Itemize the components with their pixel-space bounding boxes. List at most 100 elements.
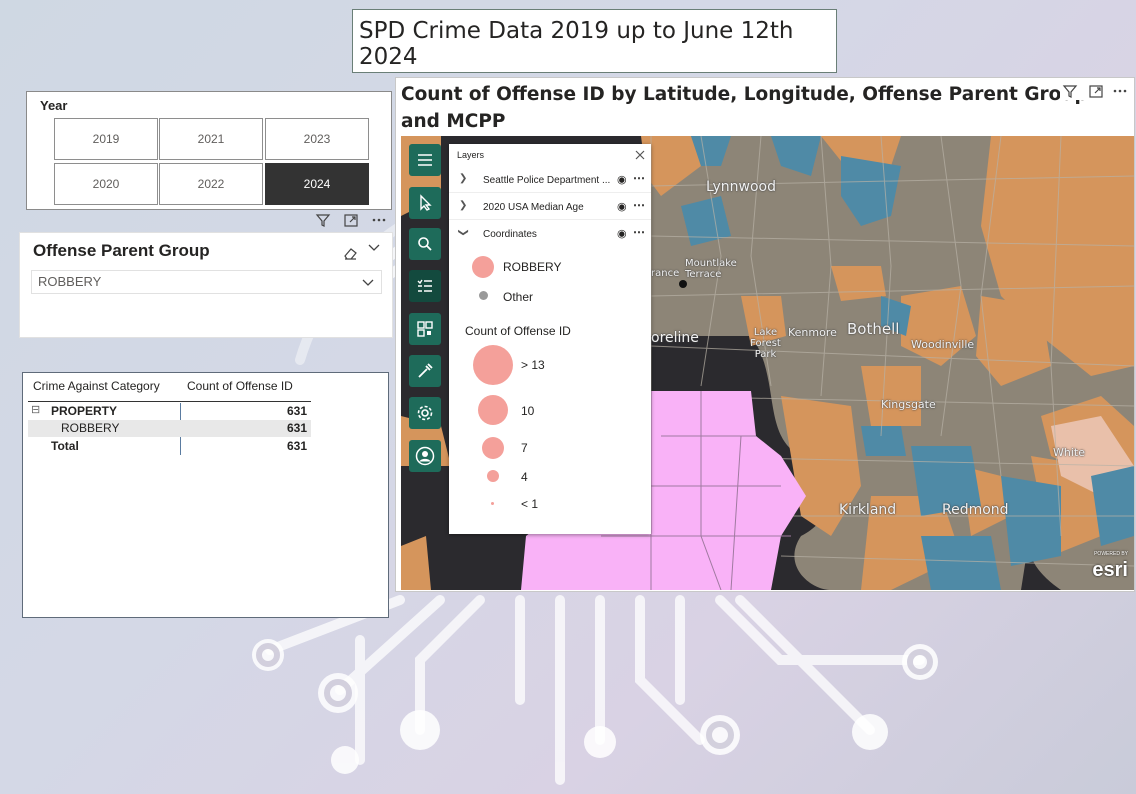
table-row: ⊟ PROPERTY 631 [28, 403, 311, 420]
legend-icon [417, 279, 432, 292]
size-legend-circle [473, 345, 513, 385]
place-label: Kirkland [839, 502, 897, 518]
close-icon[interactable] [634, 149, 646, 161]
size-legend-label: 10 [521, 404, 535, 418]
offense-parent-group-slicer: Offense Parent Group ROBBERY [19, 232, 393, 338]
chevron-down-icon[interactable]: ❯ [458, 228, 469, 236]
more-options-icon[interactable]: ⋯ [633, 171, 645, 185]
more-options-icon[interactable] [1112, 83, 1128, 99]
layers-panel: Layers ❯ Seattle Police Department ... ◉… [449, 144, 651, 534]
year-slicer-label: Year [40, 98, 68, 113]
user-button[interactable] [409, 440, 441, 472]
layer-item[interactable]: ❯ Coordinates ◉ ⋯ [449, 221, 651, 247]
layers-title: Layers [457, 150, 485, 160]
more-options-icon[interactable] [371, 212, 387, 228]
user-icon [415, 446, 435, 466]
select-button[interactable] [409, 187, 441, 219]
filter-icon[interactable] [315, 212, 331, 228]
size-legend-circle [491, 502, 494, 505]
visual-header [315, 210, 395, 230]
row-label: PROPERTY [51, 404, 118, 418]
search-icon [418, 237, 432, 251]
legend-other-swatch [479, 291, 488, 300]
year-button-2020[interactable]: 2020 [54, 163, 158, 205]
offense-dropdown-value: ROBBERY [38, 274, 102, 289]
place-label: Kenmore [788, 326, 837, 339]
size-legend-label: 4 [521, 470, 528, 484]
eye-icon[interactable]: ◉ [617, 227, 627, 240]
year-button-2021[interactable]: 2021 [159, 118, 263, 160]
search-button[interactable] [409, 228, 441, 260]
map-title: Count of Offense ID by Latitude, Longitu… [401, 84, 1088, 132]
eraser-icon[interactable] [342, 245, 358, 261]
place-label: Kingsgate [881, 398, 936, 411]
place-label: Woodinville [911, 338, 975, 351]
year-button-2019[interactable]: 2019 [54, 118, 158, 160]
map-visual: Count of Offense ID by Latitude, Longitu… [395, 77, 1135, 592]
legend-label: Other [503, 290, 534, 304]
place-label: Bothell [847, 320, 900, 338]
more-options-icon[interactable]: ⋯ [633, 225, 645, 239]
settings-button[interactable] [409, 397, 441, 429]
focus-mode-icon[interactable] [343, 212, 359, 228]
eye-icon[interactable]: ◉ [617, 173, 627, 186]
year-button-2023[interactable]: 2023 [265, 118, 369, 160]
layer-name: Seattle Police Department ... [483, 175, 611, 186]
layer-name: 2020 USA Median Age [483, 202, 584, 213]
size-legend-label: 7 [521, 441, 528, 455]
header-divider [28, 401, 311, 402]
legend-label: ROBBERY [503, 260, 562, 274]
place-label: rance [651, 268, 680, 279]
tools-button[interactable] [409, 355, 441, 387]
size-legend-circle [487, 470, 499, 482]
layer-name: Coordinates [483, 229, 537, 240]
row-value: 631 [286, 439, 307, 453]
year-button-2024[interactable]: 2024 [265, 163, 369, 205]
offense-slicer-label: Offense Parent Group [33, 241, 210, 260]
expand-collapse-icon[interactable]: ⊟ [31, 403, 40, 416]
size-legend-circle [478, 395, 508, 425]
chevron-right-icon[interactable]: ❯ [459, 173, 467, 184]
menu-button[interactable] [409, 144, 441, 176]
column-header-category[interactable]: Crime Against Category [33, 379, 160, 393]
place-label: White [1053, 446, 1085, 459]
menu-icon [418, 154, 432, 166]
report-title: SPD Crime Data 2019 up to June 12th 2024 [352, 9, 837, 73]
tools-icon [418, 363, 433, 378]
row-label: Total [51, 439, 79, 453]
size-legend-title: Count of Offense ID [465, 324, 571, 338]
column-header-count[interactable]: Count of Offense ID [187, 379, 293, 393]
qr-button[interactable] [409, 313, 441, 345]
focus-mode-icon[interactable] [1088, 83, 1104, 99]
select-icon [420, 194, 432, 211]
offense-dropdown[interactable]: ROBBERY [31, 270, 382, 294]
eye-icon[interactable]: ◉ [617, 200, 627, 213]
legend-robbery-swatch [472, 256, 494, 278]
map-canvas[interactable]: Lynnwood Mountlake Terrace Kenmore Bothe… [401, 136, 1134, 590]
map-visual-header [1060, 82, 1130, 100]
settings-icon [417, 405, 433, 421]
size-legend-label: > 13 [521, 358, 545, 372]
size-legend-label: < 1 [521, 497, 539, 511]
chevron-right-icon[interactable]: ❯ [459, 200, 467, 211]
row-value: 631 [286, 421, 307, 435]
table-row: ROBBERY 631 [28, 420, 311, 437]
chevron-down-icon [362, 279, 374, 286]
place-label: Redmond [942, 502, 1009, 518]
year-button-2022[interactable]: 2022 [159, 163, 263, 205]
layer-item[interactable]: ❯ 2020 USA Median Age ◉ ⋯ [449, 194, 651, 220]
size-legend-circle [482, 437, 504, 459]
legend-button[interactable] [409, 270, 441, 302]
more-options-icon[interactable]: ⋯ [633, 198, 645, 212]
chevron-down-icon[interactable] [367, 241, 381, 255]
layer-item[interactable]: ❯ Seattle Police Department ... ◉ ⋯ [449, 167, 651, 193]
qr-icon [417, 321, 433, 337]
place-label: Lynnwood [706, 179, 777, 195]
row-label: ROBBERY [61, 421, 120, 435]
esri-powered-by: POWERED BY [1094, 551, 1128, 557]
esri-logo: POWERED BY esri [1092, 551, 1128, 582]
filter-icon[interactable] [1062, 83, 1078, 99]
row-value: 631 [286, 404, 307, 418]
crime-matrix: Crime Against Category Count of Offense … [22, 372, 389, 618]
place-label: oreline [651, 330, 699, 346]
